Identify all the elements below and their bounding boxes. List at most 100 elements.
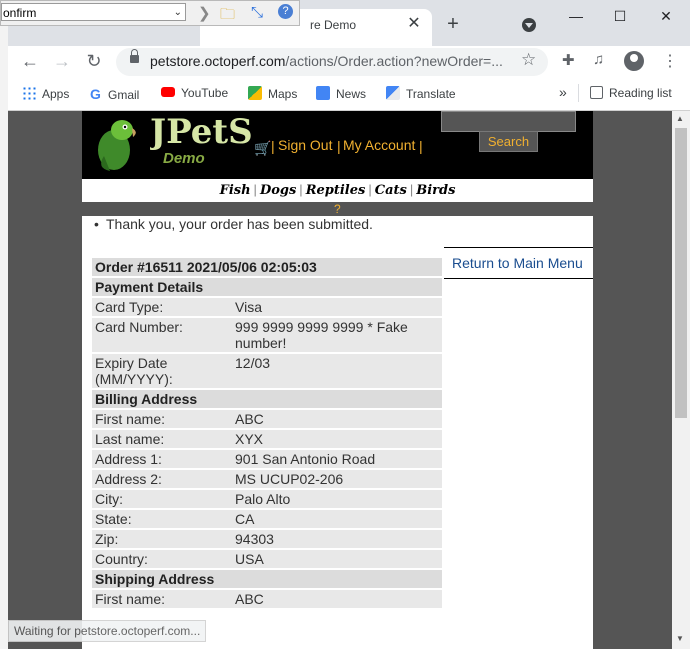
- field-label: Expiry Date (MM/YYYY):: [92, 354, 232, 388]
- header-separator: |: [271, 138, 275, 154]
- lock-icon[interactable]: [130, 49, 139, 63]
- order-details-table: Order #16511 2021/05/06 02:05:03 Payment…: [92, 256, 442, 610]
- bookmark-label: Translate: [406, 87, 456, 101]
- url-text[interactable]: petstore.octoperf.com/actions/Order.acti…: [150, 53, 503, 69]
- category-cats[interactable]: Cats: [375, 183, 407, 198]
- reading-list-icon: [590, 86, 603, 99]
- field-label: Card Type:: [92, 298, 232, 316]
- maps-icon: [248, 86, 262, 100]
- url-host: petstore.octoperf.com: [150, 53, 286, 69]
- category-separator: |: [253, 182, 257, 197]
- field-label: Address 2:: [92, 470, 232, 488]
- close-window-icon[interactable]: ✕: [656, 8, 676, 24]
- help-icon[interactable]: ?: [278, 4, 293, 19]
- shipping-section-header: Shipping Address: [92, 570, 442, 588]
- shopping-cart-icon[interactable]: 🛒: [254, 140, 271, 157]
- category-birds[interactable]: Birds: [416, 183, 455, 198]
- reading-list-button[interactable]: Reading list: [590, 86, 672, 100]
- minimize-icon[interactable]: —: [566, 8, 586, 24]
- category-separator: |: [299, 182, 303, 197]
- category-reptiles[interactable]: Reptiles: [306, 183, 366, 198]
- tab-search-icon[interactable]: [522, 18, 536, 32]
- youtube-icon: [161, 87, 175, 97]
- field-label: Country:: [92, 550, 232, 568]
- bookmark-news[interactable]: News: [316, 86, 366, 101]
- maximize-icon[interactable]: ☐: [610, 8, 630, 24]
- field-label: Zip:: [92, 530, 232, 548]
- table-row: Order #16511 2021/05/06 02:05:03: [92, 258, 442, 276]
- store-logo-sub: Demo: [163, 150, 205, 167]
- search-input[interactable]: [441, 111, 576, 132]
- table-row: First name: ABC: [92, 590, 442, 608]
- more-bookmarks-icon[interactable]: »: [559, 84, 567, 100]
- bookmark-youtube[interactable]: YouTube: [161, 86, 228, 100]
- new-tab-icon[interactable]: +: [443, 14, 463, 34]
- back-icon[interactable]: ←: [19, 50, 41, 72]
- search-button[interactable]: Search: [479, 131, 538, 152]
- help-mark[interactable]: ?: [334, 202, 341, 216]
- reload-icon[interactable]: ↻: [83, 50, 105, 72]
- category-dogs[interactable]: Dogs: [260, 183, 296, 198]
- google-icon: G: [90, 86, 101, 102]
- table-row: Country: USA: [92, 550, 442, 568]
- forward-icon[interactable]: →: [51, 50, 73, 72]
- field-label: Address 1:: [92, 450, 232, 468]
- bookmark-star-icon[interactable]: ☆: [521, 50, 536, 70]
- collapse-arrows-icon[interactable]: ⤡: [251, 4, 263, 21]
- field-value: MS UCUP02-206: [232, 470, 442, 488]
- field-label: Last name:: [92, 430, 232, 448]
- billing-section-header: Billing Address: [92, 390, 442, 408]
- return-to-main-menu-link[interactable]: Return to Main Menu: [452, 255, 583, 271]
- browser-status-bar: Waiting for petstore.octoperf.com...: [8, 620, 207, 642]
- folder-icon[interactable]: 🗀: [220, 4, 235, 29]
- bookmark-label: News: [336, 87, 367, 101]
- table-row: First name: ABC: [92, 410, 442, 428]
- menu-kebab-icon[interactable]: ⋮: [662, 51, 678, 71]
- file-path-input[interactable]: onfirm ⌄: [1, 3, 186, 21]
- bookmark-label: YouTube: [181, 86, 229, 100]
- bookmark-apps[interactable]: Apps: [22, 86, 69, 101]
- order-title: Order #16511 2021/05/06 02:05:03: [92, 258, 442, 276]
- category-fish[interactable]: Fish: [220, 183, 251, 198]
- chevron-right-icon[interactable]: ❯: [198, 4, 211, 22]
- scroll-down-icon[interactable]: ▼: [676, 634, 684, 643]
- profile-avatar[interactable]: [624, 51, 644, 71]
- bookmark-label: Apps: [42, 87, 70, 101]
- extensions-puzzle-icon[interactable]: ✚: [562, 51, 575, 69]
- scroll-up-icon[interactable]: ▲: [676, 114, 684, 123]
- category-separator: |: [409, 182, 414, 197]
- bookmark-label: Gmail: [108, 88, 140, 102]
- field-value: XYX: [232, 430, 442, 448]
- file-path-value: onfirm: [3, 6, 37, 20]
- table-row: Address 2: MS UCUP02-206: [92, 470, 442, 488]
- parrot-logo-icon[interactable]: [92, 116, 140, 172]
- media-queue-icon[interactable]: ♫: [593, 51, 604, 68]
- table-row: Billing Address: [92, 390, 442, 408]
- bookmark-gmail[interactable]: G Gmail: [90, 86, 139, 102]
- bookmark-maps[interactable]: Maps: [248, 86, 297, 101]
- scrollbar-thumb[interactable]: [675, 128, 687, 418]
- my-account-link[interactable]: My Account: [343, 137, 415, 153]
- field-label: City:: [92, 490, 232, 508]
- translate-icon: [386, 86, 400, 100]
- field-value: USA: [232, 550, 442, 568]
- bookmark-label: Maps: [268, 87, 298, 101]
- news-icon: [316, 86, 330, 100]
- tab-close-icon[interactable]: ✕: [404, 14, 424, 34]
- store-logo-text[interactable]: JPetStore: [150, 112, 252, 152]
- field-value: ABC: [232, 590, 442, 608]
- field-value: ABC: [232, 410, 442, 428]
- url-path: /actions/Order.action?newOrder=...: [285, 53, 503, 69]
- table-row: City: Palo Alto: [92, 490, 442, 508]
- sign-out-link[interactable]: Sign Out: [278, 137, 332, 153]
- category-nav: Fish | Dogs | Reptiles | Cats | Birds: [82, 179, 593, 202]
- chevron-down-icon[interactable]: ⌄: [174, 4, 182, 22]
- apps-grid-icon: [22, 86, 36, 100]
- table-row: Shipping Address: [92, 570, 442, 588]
- field-value: 999 9999 9999 9999 * Fake number!: [232, 318, 442, 352]
- bookmark-translate[interactable]: Translate: [386, 86, 456, 101]
- tab-title: re Demo: [310, 18, 357, 32]
- table-row: State: CA: [92, 510, 442, 528]
- field-value: 901 San Antonio Road: [232, 450, 442, 468]
- table-row: Payment Details: [92, 278, 442, 296]
